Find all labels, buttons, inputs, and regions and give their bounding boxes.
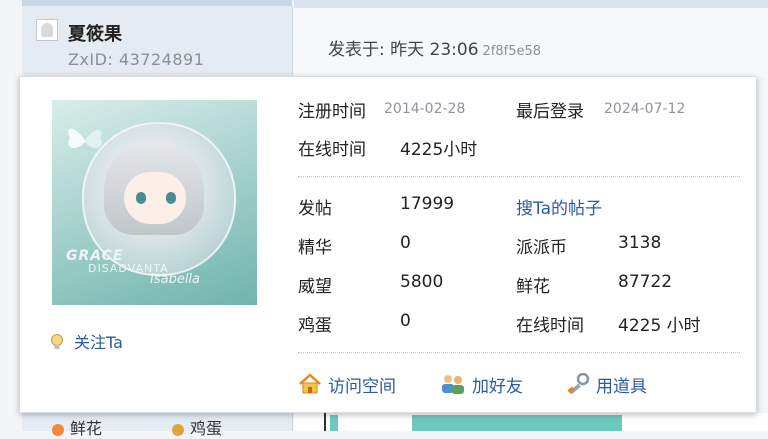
visit-space-link[interactable]: 访问空间 — [298, 372, 396, 397]
avatar-face — [124, 172, 186, 224]
prestige-label: 威望 — [298, 277, 332, 297]
online-time-stat-value: 4225 小时 — [618, 316, 701, 336]
post-hash: 2f8f5e58 — [482, 44, 542, 59]
use-item-label: 用道具 — [596, 377, 647, 397]
bottom-egg[interactable]: 鸡蛋 — [172, 415, 222, 439]
add-friend-link[interactable]: 加好友 — [440, 372, 523, 397]
post-timestamp: 发表于: 昨天 23:06 2f8f5e58 — [328, 35, 541, 60]
avatar-caption-3: Isabella — [150, 272, 201, 287]
posts-label: 发帖 — [298, 199, 332, 219]
eggs-label: 鸡蛋 — [298, 316, 332, 336]
last-login-value: 2024-07-12 — [604, 101, 686, 117]
user-profile-popup: GRACE DISADVANTA Isabella 关注Ta 注册时间 2014… — [19, 76, 757, 413]
user-avatar-icon[interactable] — [36, 19, 58, 41]
online-time-value: 4225小时 — [400, 140, 478, 160]
online-time-label: 在线时间 — [298, 140, 366, 160]
posts-value: 17999 — [400, 194, 455, 214]
prestige-value: 5800 — [400, 272, 444, 292]
bottom-flower[interactable]: 鲜花 — [52, 415, 102, 439]
flowers-label: 鲜花 — [516, 277, 550, 297]
paipai-coin-value: 3138 — [618, 233, 662, 253]
divider-bottom — [298, 352, 740, 353]
image-frame-edge — [324, 413, 326, 431]
essence-label: 精华 — [298, 238, 332, 258]
register-time-value: 2014-02-28 — [384, 101, 466, 117]
visit-space-label: 访问空间 — [328, 377, 396, 397]
post-header: 发表于: 昨天 23:06 2f8f5e58 — [294, 8, 768, 78]
search-posts-link[interactable]: 搜Ta的帖子 — [516, 194, 602, 219]
use-item-link[interactable]: 用道具 — [566, 372, 647, 397]
flower-icon — [52, 423, 64, 436]
essence-value: 0 — [400, 233, 411, 253]
follow-label: 关注Ta — [74, 333, 123, 352]
post-time: 发表于: 昨天 23:06 — [328, 40, 479, 60]
author-zxid: ZxID: 43724891 — [68, 50, 205, 69]
profile-avatar[interactable]: GRACE DISADVANTA Isabella — [52, 100, 257, 305]
top-strip-right — [294, 0, 768, 8]
follow-button[interactable]: 关注Ta — [50, 329, 123, 353]
add-friend-label: 加好友 — [472, 377, 523, 397]
divider-top — [298, 176, 740, 177]
bottom-flower-label: 鲜花 — [70, 419, 103, 438]
post-image-edge — [412, 415, 622, 431]
egg-icon — [172, 423, 184, 436]
eggs-value: 0 — [400, 311, 411, 331]
paipai-coin-label: 派派币 — [516, 238, 567, 258]
friends-icon — [442, 375, 464, 394]
image-edge — [330, 415, 338, 431]
bottom-egg-label: 鸡蛋 — [190, 419, 223, 438]
tool-icon — [567, 372, 590, 395]
online-time-stat-label: 在线时间 — [516, 316, 584, 336]
register-time-label: 注册时间 — [298, 102, 366, 122]
last-login-label: 最后登录 — [516, 102, 584, 122]
flowers-value: 87722 — [618, 272, 673, 292]
author-name[interactable]: 夏筱果 — [68, 20, 122, 46]
bulb-icon — [51, 334, 63, 349]
avatar-eye-right — [166, 192, 176, 204]
home-icon — [299, 373, 321, 394]
avatar-eye-left — [136, 192, 146, 204]
